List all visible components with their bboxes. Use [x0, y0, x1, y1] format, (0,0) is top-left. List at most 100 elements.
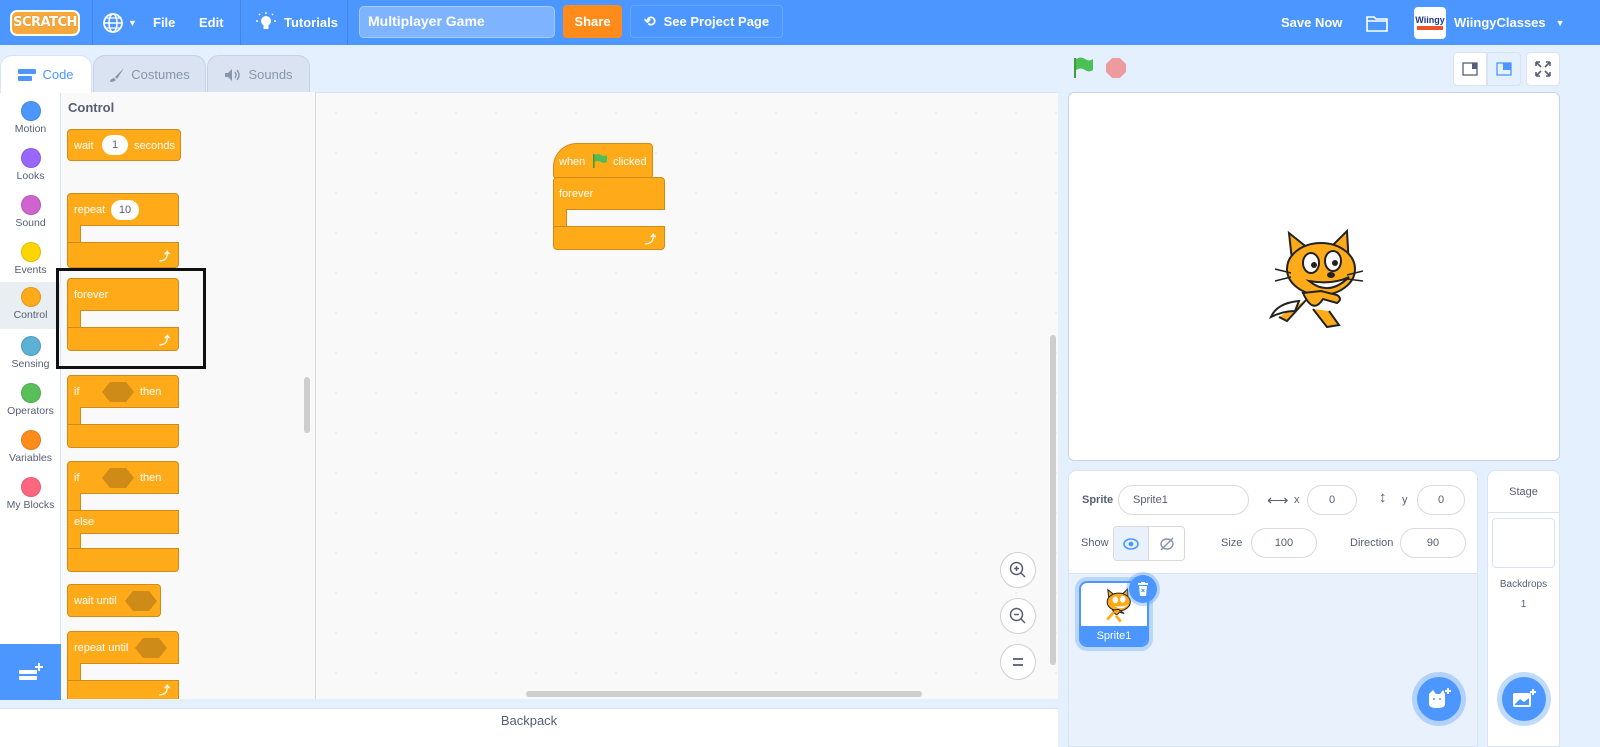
x-position-input[interactable]: 0 — [1307, 485, 1357, 515]
tutorials-label: Tutorials — [284, 15, 338, 30]
y-label: y — [1402, 494, 1408, 506]
scratch-logo[interactable]: SCRATCH — [10, 0, 82, 45]
looks-color-icon — [20, 148, 41, 168]
tab-sounds-label: Sounds — [248, 67, 293, 82]
block-if-else-arm — [67, 493, 81, 511]
block-repeat-until[interactable]: repeat until — [67, 631, 179, 664]
category-events[interactable]: Events — [0, 237, 61, 284]
category-control[interactable]: Control — [0, 282, 61, 329]
block-repeat[interactable]: repeat 10 — [67, 193, 179, 226]
show-toggle — [1113, 526, 1185, 561]
block-wait-seconds[interactable]: wait 1 seconds — [67, 129, 181, 161]
show-hidden-button[interactable] — [1149, 527, 1184, 560]
green-flag-icon — [593, 154, 607, 168]
y-position-input[interactable]: 0 — [1417, 485, 1465, 515]
delete-sprite-button[interactable] — [1129, 575, 1157, 603]
category-looks[interactable]: Looks — [0, 143, 61, 190]
block-if-else[interactable]: if then — [67, 461, 179, 494]
tab-sounds[interactable]: Sounds — [207, 55, 310, 93]
category-label: Sensing — [11, 358, 50, 370]
fullscreen-button[interactable] — [1526, 52, 1560, 86]
backdrops-label: Backdrops — [1499, 579, 1548, 590]
operators-color-icon — [20, 383, 41, 403]
my-stuff-button[interactable] — [1366, 0, 1388, 45]
chevron-down-icon: ▼ — [1555, 17, 1565, 28]
tab-costumes[interactable]: Costumes — [93, 55, 206, 93]
sprite-pane: Sprite Sprite1 ⟷ x 0 ↕ y 0 Show Size 100… — [1068, 470, 1478, 747]
category-operators[interactable]: Operators — [0, 378, 61, 425]
edit-menu[interactable]: Edit — [199, 0, 224, 45]
boolean-slot[interactable] — [102, 468, 134, 488]
category-variables[interactable]: Variables — [0, 425, 61, 472]
show-visible-button[interactable] — [1114, 527, 1150, 560]
small-stage-icon — [1462, 62, 1478, 76]
scratch-logo-text: SCRATCH — [10, 9, 80, 36]
tab-code-label: Code — [42, 67, 74, 82]
small-stage-button[interactable] — [1453, 52, 1487, 86]
category-my-blocks[interactable]: My Blocks — [0, 472, 61, 519]
category-sensing[interactable]: Sensing — [0, 331, 61, 378]
choose-sprite-button[interactable] — [1417, 677, 1461, 721]
category-motion[interactable]: Motion — [0, 96, 61, 143]
tutorials-button[interactable]: Tutorials — [256, 0, 338, 45]
add-extension-button[interactable] — [0, 644, 61, 700]
file-menu[interactable]: File — [153, 0, 175, 45]
block-palette: Control wait 1 seconds repeat 10 ⤴ forev… — [61, 92, 316, 699]
my-blocks-color-icon — [20, 477, 41, 497]
events-color-icon — [20, 242, 41, 262]
category-label: Motion — [14, 123, 47, 135]
block-forever-script[interactable]: forever — [553, 177, 665, 210]
stage-title: Stage — [1488, 471, 1559, 513]
block-wait-until[interactable]: wait until — [67, 584, 161, 617]
see-project-page-button[interactable]: ⟲ See Project Page — [630, 5, 783, 38]
boolean-slot[interactable] — [102, 382, 134, 402]
block-repeat-arm — [67, 225, 81, 243]
zoom-out-button[interactable] — [1000, 598, 1036, 634]
stage-canvas[interactable] — [1068, 92, 1560, 461]
horizontal-scrollbar[interactable] — [526, 691, 922, 697]
size-input[interactable]: 100 — [1251, 528, 1317, 558]
block-when-flag-clicked[interactable]: when clicked — [553, 143, 653, 179]
palette-heading: Control — [68, 100, 115, 115]
block-input[interactable]: 1 — [102, 135, 128, 155]
cat-sprite[interactable] — [1263, 225, 1363, 331]
globe-icon — [103, 12, 123, 33]
normal-stage-button[interactable] — [1487, 52, 1521, 86]
choose-backdrop-button[interactable] — [1502, 677, 1546, 721]
forever-highlight-box — [56, 268, 206, 369]
sensing-color-icon — [20, 336, 41, 356]
reset-zoom-button[interactable] — [1000, 644, 1036, 680]
boolean-slot[interactable] — [135, 638, 167, 658]
block-if-arm — [67, 407, 81, 425]
stop-button[interactable] — [1106, 58, 1126, 83]
add-extension-icon — [18, 663, 43, 680]
green-flag-button[interactable] — [1072, 57, 1094, 84]
variables-color-icon — [20, 430, 41, 450]
boolean-slot[interactable] — [125, 591, 157, 611]
category-label: Events — [14, 264, 47, 276]
direction-input[interactable]: 90 — [1400, 528, 1466, 558]
tab-code[interactable]: Code — [0, 55, 92, 93]
language-menu[interactable]: ▼ — [102, 0, 137, 45]
sprite-label: Sprite — [1082, 494, 1114, 506]
account-menu[interactable]: Wiingy WiingyClasses ▼ — [1414, 0, 1565, 45]
motion-color-icon — [20, 101, 41, 121]
palette-scrollbar[interactable] — [304, 377, 310, 433]
block-if-then[interactable]: if then — [67, 375, 179, 408]
category-label: My Blocks — [6, 499, 55, 511]
save-now-button[interactable]: Save Now — [1281, 0, 1342, 45]
share-button[interactable]: Share — [563, 5, 622, 38]
block-label: repeat — [74, 204, 106, 216]
backdrop-thumbnail[interactable] — [1492, 518, 1555, 568]
size-label: Size — [1221, 537, 1243, 549]
menu-bar: SCRATCH ▼ File Edit Tutorials Multiplaye… — [0, 0, 1600, 45]
sprite-name-input[interactable]: Sprite1 — [1118, 485, 1249, 515]
vertical-scrollbar[interactable] — [1050, 335, 1056, 665]
category-sound[interactable]: Sound — [0, 190, 61, 237]
backpack[interactable]: Backpack — [0, 708, 1058, 747]
script-area[interactable]: when clicked forever ⤴ — [316, 92, 1058, 699]
project-title-input[interactable]: Multiplayer Game — [359, 6, 555, 38]
zoom-in-button[interactable] — [1000, 552, 1036, 588]
block-input[interactable]: 10 — [111, 200, 139, 220]
category-label: Variables — [9, 452, 52, 464]
